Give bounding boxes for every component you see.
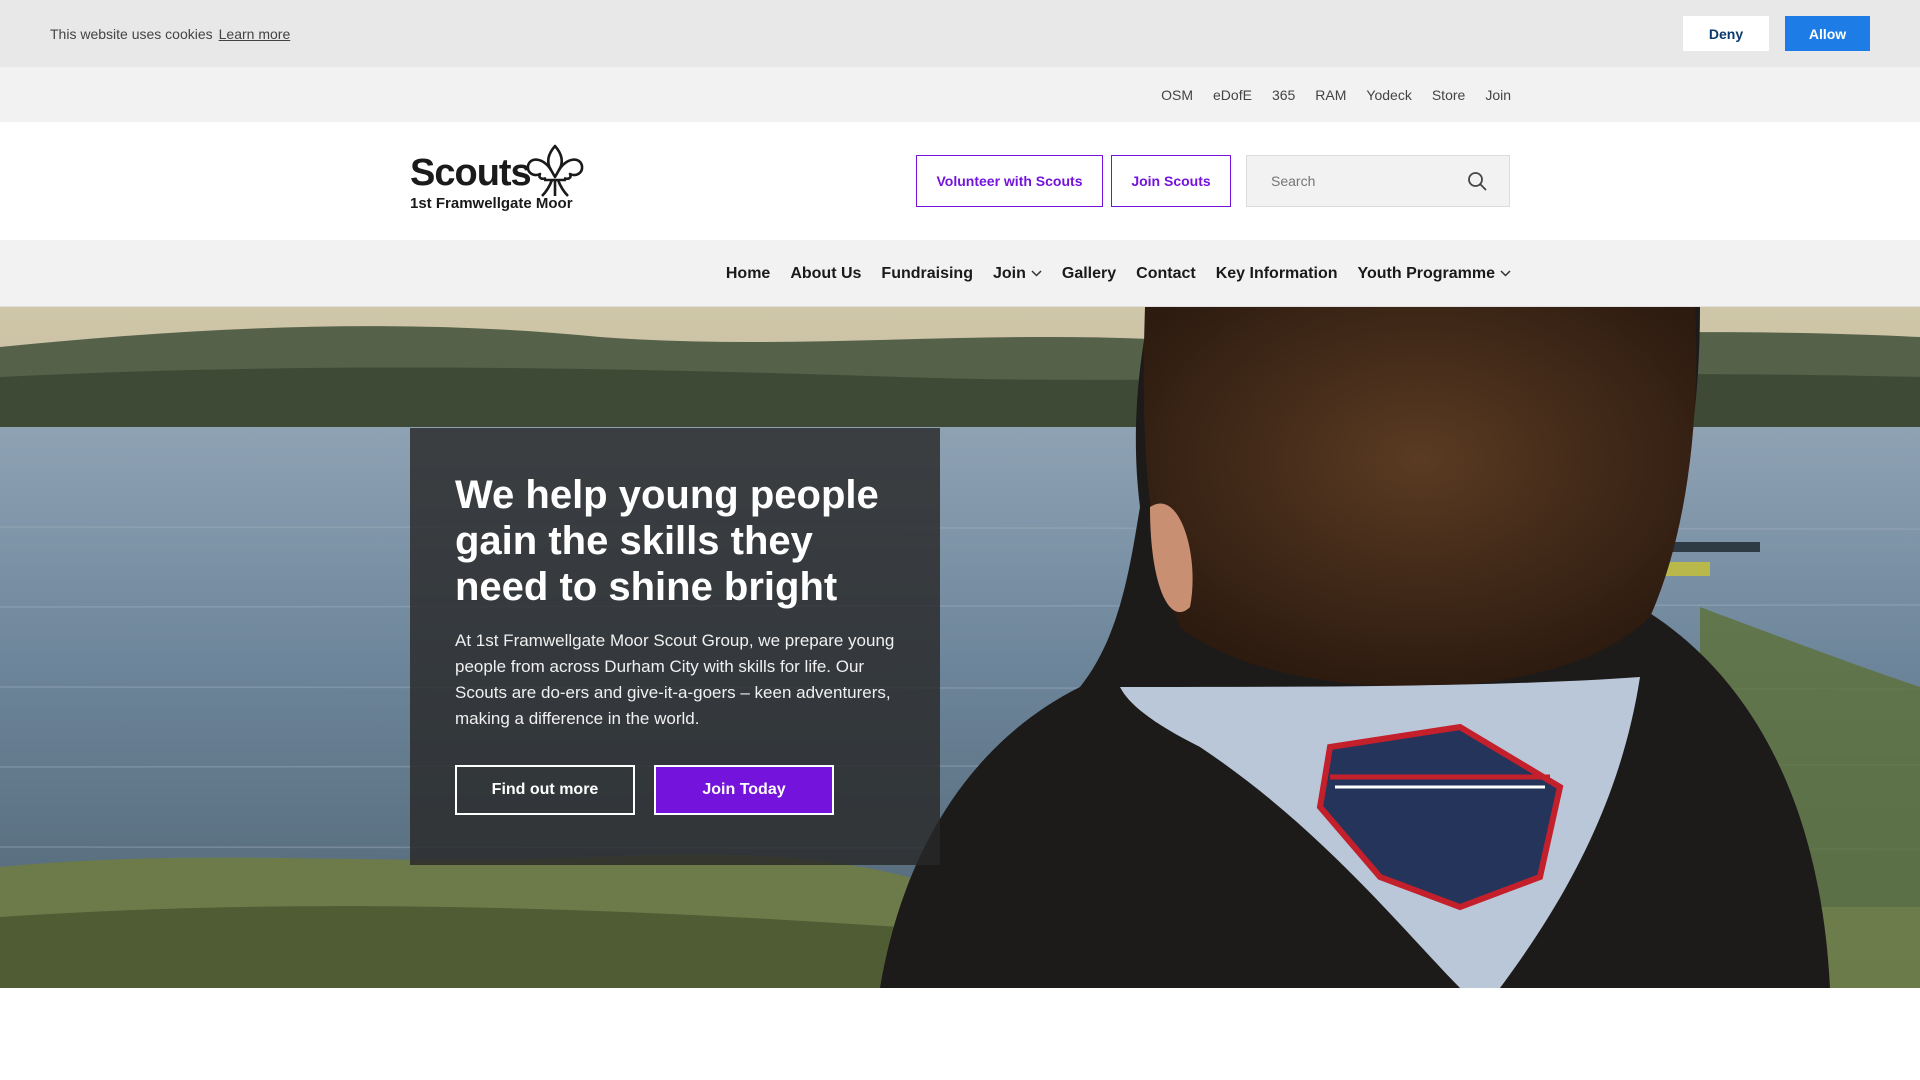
utility-link-osm[interactable]: OSM (1161, 87, 1193, 103)
cookie-banner: This website uses cookies Learn more Deny… (0, 0, 1920, 67)
fleur-de-lis-icon (526, 144, 584, 197)
nav-label: Contact (1136, 264, 1196, 282)
utility-link-yodeck[interactable]: Yodeck (1366, 87, 1411, 103)
nav-item-home[interactable]: Home (726, 265, 770, 283)
volunteer-button[interactable]: Volunteer with Scouts (916, 155, 1103, 207)
main-nav: Home About Us Fundraising Join Gallery C… (0, 240, 1920, 307)
nav-label: Gallery (1061, 264, 1117, 282)
cookie-buttons: Deny Allow (1683, 16, 1870, 51)
nav-item-contact[interactable]: Contact (1136, 265, 1196, 283)
nav-item-youth-programme[interactable]: Youth Programme (1358, 265, 1512, 283)
utility-link-ram[interactable]: RAM (1315, 87, 1346, 103)
nav-item-gallery[interactable]: Gallery (1062, 265, 1116, 283)
nav-label: Fundraising (881, 264, 973, 282)
hero-background-photo (0, 307, 1920, 988)
hero-title: We help young people gain the skills the… (455, 473, 879, 609)
utility-link-store[interactable]: Store (1432, 87, 1465, 103)
chevron-down-icon (1031, 270, 1042, 277)
utility-link-join[interactable]: Join (1485, 87, 1511, 103)
search-icon[interactable] (1467, 171, 1487, 191)
scouts-logo[interactable]: Scouts 1st Framwellgate Moor (410, 144, 600, 214)
utility-link-edofe[interactable]: eDofE (1213, 87, 1252, 103)
nav-item-about-us[interactable]: About Us (790, 265, 861, 283)
site-header: Scouts 1st Framwellgate Moor Volunteer w… (0, 122, 1920, 240)
logo-wordmark: Scouts (410, 152, 532, 194)
search-input[interactable] (1259, 156, 1459, 206)
nav-label: Join (992, 264, 1026, 282)
hero-description: At 1st Framwellgate Moor Scout Group, we… (455, 631, 895, 728)
nav-item-fundraising[interactable]: Fundraising (881, 265, 973, 283)
nav-item-key-information[interactable]: Key Information (1216, 265, 1338, 283)
nav-label: Home (725, 264, 771, 282)
cookie-learn-more-link[interactable]: Learn more (219, 26, 291, 42)
hero-card: We help young people gain the skills the… (410, 428, 940, 865)
cookie-deny-button[interactable]: Deny (1683, 16, 1769, 51)
nav-items: Home About Us Fundraising Join Gallery C… (726, 240, 1511, 307)
search-box (1246, 155, 1510, 207)
nav-label: Youth Programme (1357, 264, 1496, 282)
hero-section: We help young people gain the skills the… (0, 307, 1920, 988)
nav-item-join[interactable]: Join (993, 265, 1042, 283)
utility-link-365[interactable]: 365 (1272, 87, 1295, 103)
nav-label: Key Information (1215, 264, 1338, 282)
find-out-more-button[interactable]: Find out more (455, 765, 635, 815)
page-content-area (0, 988, 1920, 1080)
utility-links: OSM eDofE 365 RAM Yodeck Store Join (1161, 67, 1511, 122)
join-scouts-button[interactable]: Join Scouts (1111, 155, 1231, 207)
nav-label: About Us (790, 264, 862, 282)
chevron-down-icon (1500, 270, 1511, 277)
cookie-allow-button[interactable]: Allow (1785, 16, 1870, 51)
cookie-message: This website uses cookies Learn more (50, 26, 290, 42)
cookie-text: This website uses cookies (50, 25, 213, 42)
join-today-button[interactable]: Join Today (654, 765, 834, 815)
utility-bar: OSM eDofE 365 RAM Yodeck Store Join (0, 67, 1920, 122)
logo-group-name: 1st Framwellgate Moor (410, 195, 573, 212)
